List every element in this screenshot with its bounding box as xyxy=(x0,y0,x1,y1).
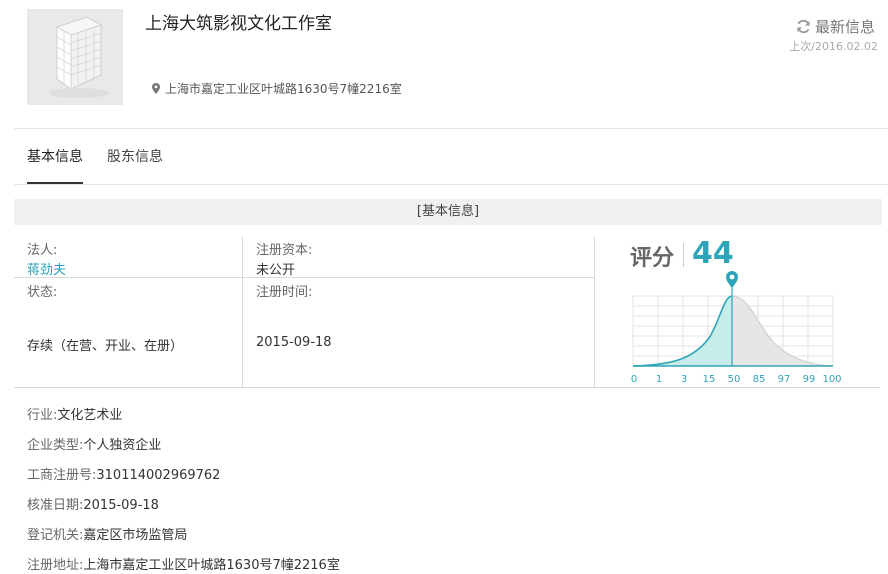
tab-bar: 基本信息 股东信息 xyxy=(14,146,888,185)
header-divider xyxy=(14,128,888,129)
grid-divider-bottom xyxy=(14,387,880,388)
detail-row-industry: 行业:文化艺术业 xyxy=(27,404,122,423)
status-value: 存续（在营、开业、在册） xyxy=(27,339,184,354)
tick-label: 100 xyxy=(822,374,841,385)
tick-label: 1 xyxy=(656,374,662,385)
tick-label: 97 xyxy=(778,374,791,385)
tab-shareholder-info[interactable]: 股东信息 xyxy=(107,146,163,166)
detail-row-reg-number: 工商注册号:310114002969762 xyxy=(27,464,220,483)
detail-key: 注册地址: xyxy=(27,558,84,573)
detail-value: 文化艺术业 xyxy=(57,408,123,423)
location-pin-icon xyxy=(152,83,160,94)
detail-row-authority: 登记机关:嘉定区市场监管局 xyxy=(27,524,187,543)
detail-value: 上海市嘉定工业区叶城路1630号7幢2216室 xyxy=(83,558,340,573)
detail-key: 行业: xyxy=(27,408,58,423)
company-logo xyxy=(27,9,123,105)
detail-row-company-type: 企业类型:个人独资企业 xyxy=(27,434,161,453)
detail-row-approval-date: 核准日期:2015-09-18 xyxy=(27,494,159,513)
building-icon xyxy=(49,16,109,98)
reg-date-label: 注册时间: xyxy=(256,285,313,300)
detail-key: 企业类型: xyxy=(27,438,84,453)
tick-label: 15 xyxy=(703,374,716,385)
detail-value: 嘉定区市场监管局 xyxy=(83,528,188,543)
score-value: 44 xyxy=(692,236,734,271)
tab-basic-info[interactable]: 基本信息 xyxy=(27,146,83,166)
detail-key: 登记机关: xyxy=(27,528,84,543)
map-marker-icon xyxy=(726,271,738,288)
tick-label: 85 xyxy=(753,374,766,385)
legal-person-label: 法人: xyxy=(27,243,58,258)
grid-divider-score xyxy=(594,237,595,387)
detail-value: 2015-09-18 xyxy=(83,498,159,513)
tick-label: 99 xyxy=(803,374,816,385)
refresh-button[interactable]: 最新信息 xyxy=(796,16,875,37)
reg-date-value: 2015-09-18 xyxy=(256,335,332,350)
score-distribution-chart: 0 1 3 15 50 85 97 99 100 xyxy=(631,271,842,385)
refresh-icon xyxy=(797,19,810,34)
tick-label: 50 xyxy=(728,374,741,385)
detail-value: 310114002969762 xyxy=(96,468,221,483)
address-text: 上海市嘉定工业区叶城路1630号7幢2216室 xyxy=(165,82,402,96)
score-separator xyxy=(683,243,684,267)
legal-person-link[interactable]: 蒋劲夫 xyxy=(27,259,66,278)
detail-key: 核准日期: xyxy=(27,498,84,513)
company-name: 上海大筑影视文化工作室 xyxy=(145,14,332,34)
grid-divider-row xyxy=(14,277,594,278)
refresh-label: 最新信息 xyxy=(814,18,875,36)
capital-value: 未公开 xyxy=(256,263,296,278)
tick-label: 3 xyxy=(681,374,687,385)
section-title-basic-info: [基本信息] xyxy=(14,199,882,225)
detail-row-reg-address: 注册地址:上海市嘉定工业区叶城路1630号7幢2216室 xyxy=(27,554,340,573)
last-update-text: 上次/2016.02.02 xyxy=(789,40,878,53)
status-label: 状态: xyxy=(27,285,58,300)
chart-tick-labels: 0 1 3 15 50 85 97 99 100 xyxy=(631,374,842,385)
grid-divider-vertical xyxy=(242,237,243,387)
detail-value: 个人独资企业 xyxy=(83,438,162,453)
active-tab-indicator xyxy=(27,182,83,184)
detail-key: 工商注册号: xyxy=(27,468,97,483)
capital-label: 注册资本: xyxy=(256,243,313,258)
tick-label: 0 xyxy=(631,374,637,385)
company-address: 上海市嘉定工业区叶城路1630号7幢2216室 xyxy=(152,80,402,97)
